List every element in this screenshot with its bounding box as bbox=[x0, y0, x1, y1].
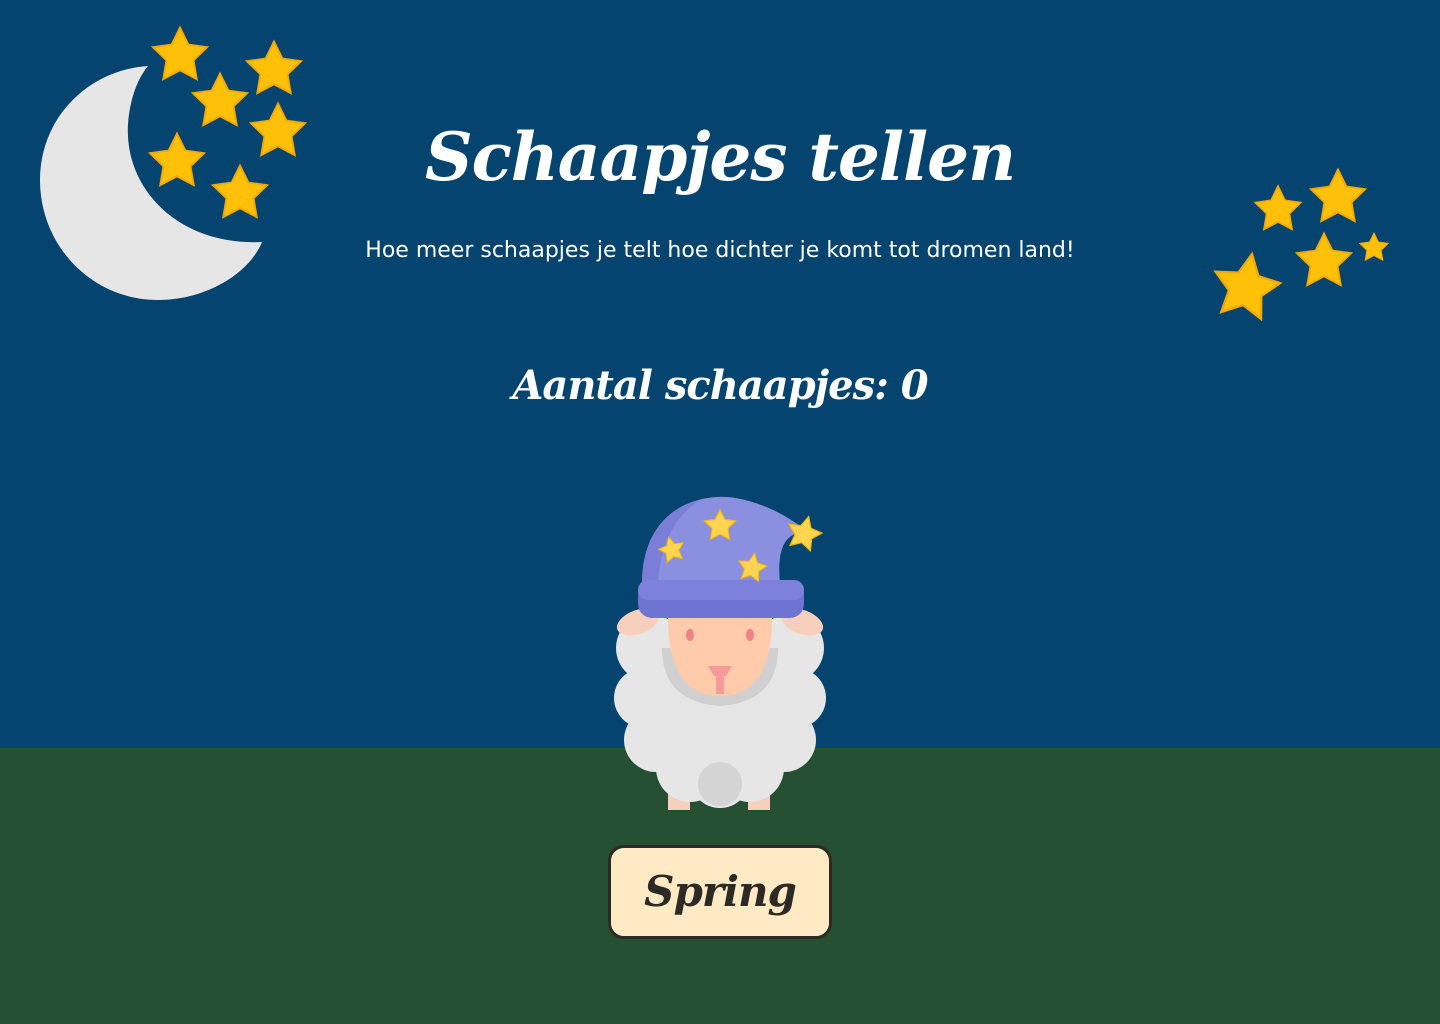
page-title: Schaapjes tellen bbox=[424, 118, 1016, 196]
sheep-with-nightcap-icon[interactable] bbox=[600, 488, 840, 818]
sheep-counter: Aantal schaapjes: 0 bbox=[512, 362, 928, 409]
page-subtitle: Hoe meer schaapjes je telt hoe dichter j… bbox=[365, 238, 1075, 263]
game-scene: Schaapjes tellen Hoe meer schaapjes je t… bbox=[0, 0, 1440, 1024]
jump-button[interactable]: Spring bbox=[608, 845, 832, 939]
